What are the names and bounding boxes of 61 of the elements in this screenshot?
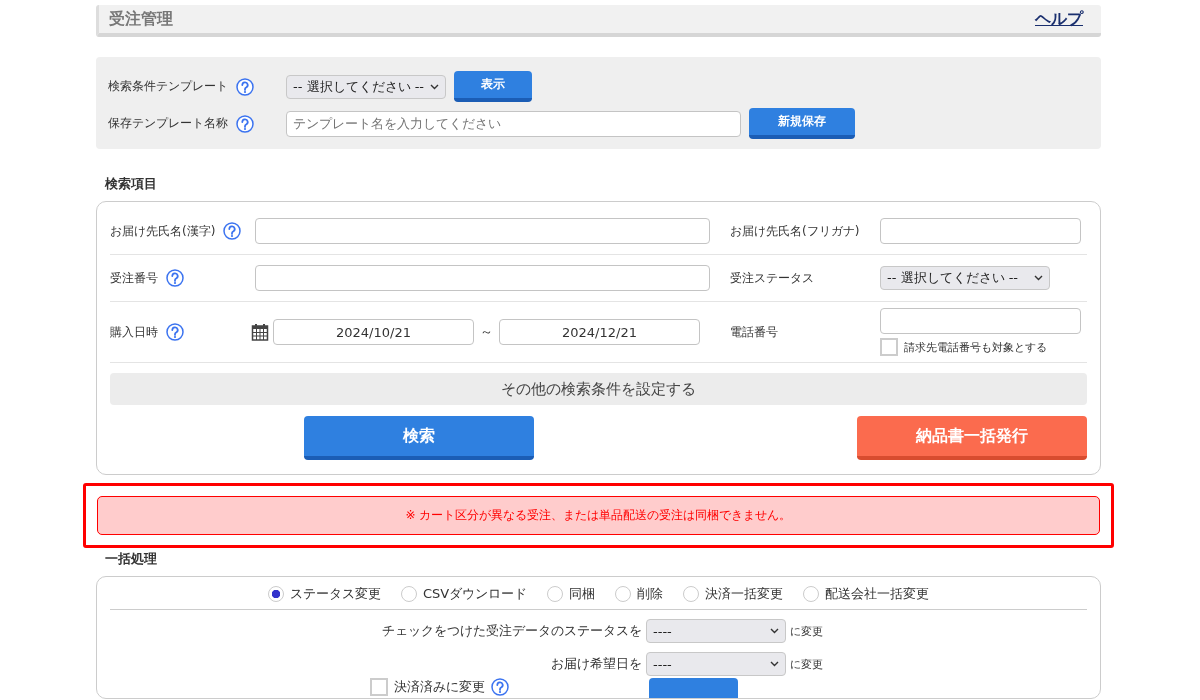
text-field[interactable] xyxy=(255,218,710,244)
radio-button[interactable] xyxy=(615,586,632,602)
radio-button[interactable] xyxy=(267,586,284,602)
radio-label: 決済一括変更 xyxy=(705,585,784,603)
section-title: 検索項目 xyxy=(105,175,158,193)
help-icon[interactable] xyxy=(236,114,254,133)
warning-message: ※ カート区分が異なる受注、または単品配送の受注は同梱できません。 xyxy=(97,496,1100,535)
field-label: 電話番号 xyxy=(730,323,778,341)
radio-button[interactable] xyxy=(803,586,820,602)
display-button[interactable]: 表示 xyxy=(454,71,533,102)
field-suffix: に変更 xyxy=(790,623,823,639)
field-label: お届け先氏名(漢字) xyxy=(110,222,216,240)
text-field[interactable] xyxy=(255,265,710,291)
apply-button[interactable] xyxy=(649,678,738,698)
field-label: お届け希望日を xyxy=(550,655,642,673)
field-label: 保存テンプレート名称 xyxy=(108,116,228,131)
chevron-down-icon xyxy=(430,83,440,90)
radio-button[interactable] xyxy=(683,586,700,602)
field-label: 受注番号 xyxy=(110,269,158,287)
checkbox[interactable] xyxy=(370,678,388,696)
checkbox-label: 請求先電話番号も対象とする xyxy=(904,339,1047,355)
text-field[interactable] xyxy=(880,308,1081,334)
field-label: お届け先氏名(フリガナ) xyxy=(730,222,860,240)
range-separator: ～ xyxy=(480,323,493,341)
chevron-down-icon xyxy=(770,661,779,667)
radio-label: CSVダウンロード xyxy=(422,585,528,603)
section-title: 一括処理 xyxy=(105,550,158,568)
help-link[interactable]: ヘルプ xyxy=(1035,8,1083,30)
field-label: 受注ステータス xyxy=(730,269,814,287)
more-conditions-button[interactable]: その他の検索条件を設定する xyxy=(110,373,1087,405)
radio-button[interactable] xyxy=(547,586,564,602)
search-button[interactable]: 検索 xyxy=(304,416,535,460)
radio-label: 削除 xyxy=(637,585,664,603)
radio-label: ステータス変更 xyxy=(289,585,381,603)
field-label: 検索条件テンプレート xyxy=(108,79,228,94)
text-field[interactable] xyxy=(880,218,1081,244)
field-label: チェックをつけた受注データのステータスを xyxy=(381,622,642,640)
select-dropdown[interactable]: ---- xyxy=(646,619,786,643)
radio-label: 同梱 xyxy=(569,585,596,603)
field-suffix: に変更 xyxy=(790,656,823,672)
chevron-down-icon xyxy=(770,628,779,634)
text-field[interactable]: テンプレート名を入力してください xyxy=(286,110,741,137)
field-label: 購入日時 xyxy=(110,323,158,341)
select-dropdown[interactable]: ---- xyxy=(646,652,786,676)
page-title: 受注管理 xyxy=(109,8,173,30)
help-icon[interactable] xyxy=(236,77,254,96)
date-field[interactable]: 2024/12/21 xyxy=(499,319,700,345)
calendar-icon[interactable] xyxy=(251,323,269,341)
date-field[interactable]: 2024/10/21 xyxy=(273,319,474,345)
help-icon[interactable] xyxy=(491,678,509,696)
help-icon[interactable] xyxy=(166,269,184,287)
save-button[interactable]: 新規保存 xyxy=(749,108,855,139)
checkbox[interactable] xyxy=(880,338,898,356)
help-icon[interactable] xyxy=(166,323,184,341)
select-dropdown[interactable]: -- 選択してください -- xyxy=(286,74,447,99)
select-dropdown[interactable]: -- 選択してください -- xyxy=(880,266,1050,290)
chevron-down-icon xyxy=(1034,275,1043,281)
help-icon[interactable] xyxy=(223,222,242,240)
checkbox-label: 決済済みに変更 xyxy=(394,678,485,696)
radio-label: 配送会社一括変更 xyxy=(825,585,930,603)
radio-button[interactable] xyxy=(400,586,417,602)
